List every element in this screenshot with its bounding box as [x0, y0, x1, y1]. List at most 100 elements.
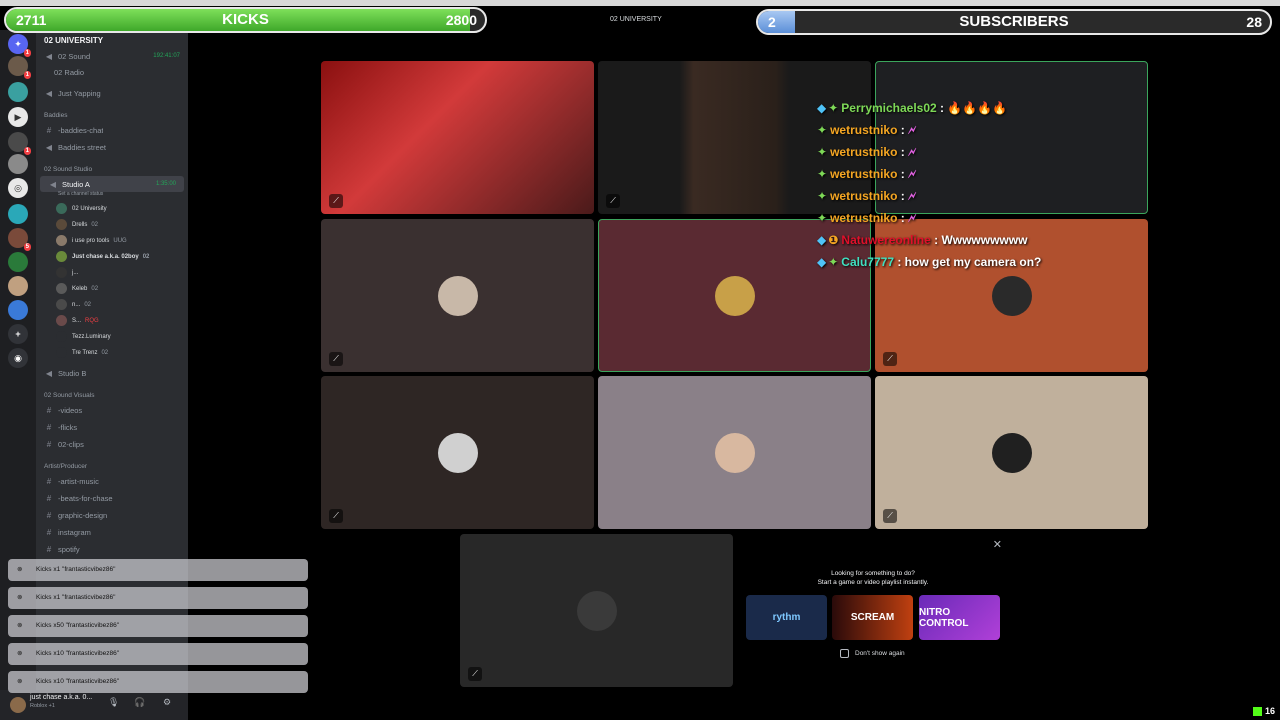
user-panel: just chase a.k.a. 0... Roblox +1 🎙 🎧 ⚙ [0, 690, 188, 720]
avatar [56, 203, 67, 214]
mute-icon: ⟋ [329, 352, 343, 366]
hash-icon: # [46, 125, 52, 135]
kicks-goal-bar: KICKS 2711 2800 [4, 7, 487, 33]
voice-user[interactable]: Tezz.Luminary [56, 329, 111, 344]
close-icon[interactable]: ⊗ [17, 615, 22, 637]
voice-user[interactable]: 02 University [56, 201, 107, 216]
activity-scream[interactable]: SCREAM [832, 595, 913, 640]
server-icon[interactable] [8, 82, 28, 102]
voice-user[interactable]: Just chase a.k.a. 02boy 02 [56, 249, 149, 264]
add-server-icon[interactable]: + [8, 324, 28, 344]
activity-title: Looking for something to do? [831, 570, 915, 577]
speaker-icon: ◀ [45, 88, 53, 98]
close-icon[interactable]: ⊗ [17, 671, 22, 693]
activity-nitro-control[interactable]: NITRO CONTROL [919, 595, 1000, 640]
channel-02-sound[interactable]: ◀ 02 Sound 192:41:07 [36, 48, 188, 64]
channel-videos[interactable]: # -videos [36, 402, 188, 418]
speaker-icon: ◀ [45, 368, 53, 378]
avatar [56, 347, 67, 358]
voice-user[interactable]: Tre Trenz 02 [56, 345, 108, 360]
kicks-current: 2711 [16, 12, 47, 28]
channel-just-yapping[interactable]: ◀ Just Yapping [36, 85, 188, 101]
channel-artist-music[interactable]: # -artist-music [36, 473, 188, 489]
category-baddies[interactable]: Baddies [44, 112, 68, 119]
chat-message: ✦ wetrustniko : 🗲 [817, 123, 917, 137]
voice-user[interactable]: n... 02 [56, 297, 91, 312]
chat-message: ◆ ✦ Perrymichaels02 : 🔥🔥🔥🔥 [817, 101, 1008, 115]
avatar [437, 432, 478, 473]
subscribers-current: 2 [768, 14, 776, 30]
close-icon[interactable]: ✕ [993, 538, 1002, 551]
server-icon[interactable] [8, 300, 28, 320]
kick-alert-toast: ⊗ Kicks x10 "frantasticvibez86" [8, 671, 308, 693]
close-icon[interactable]: ⊗ [17, 559, 22, 581]
server-icon[interactable] [8, 154, 28, 174]
kick-alert-toast: ⊗ Kicks x1 "frantasticvibez86" [8, 559, 308, 581]
mute-icon: ⟋ [606, 194, 620, 208]
activity-subtitle: Start a game or video playlist instantly… [817, 579, 929, 586]
server-icon[interactable]: 1 [8, 56, 31, 79]
kicks-goal: 2800 [445, 12, 477, 28]
channel-02-clips[interactable]: #02-clips [36, 436, 188, 452]
stream-screen: ✦ 1 1 ▶ 1 ◎ 5 + ◉ 02 UNIVERSITY ◀ 02 Sound… [0, 0, 1280, 720]
mute-icon: ⟋ [883, 352, 897, 366]
avatar [714, 432, 755, 473]
gear-icon[interactable]: ⚙ [163, 697, 171, 708]
channel-02-radio[interactable]: 02 Radio [54, 64, 206, 80]
avatar[interactable] [10, 697, 26, 713]
server-icon[interactable]: 5 [8, 228, 31, 251]
avatar [991, 275, 1032, 316]
channel-baddies-chat[interactable]: # -baddies-chat [36, 122, 188, 138]
hash-icon: # [46, 527, 52, 537]
voice-user[interactable]: i use pro tools UUG [56, 233, 127, 248]
chat-message: ◆ ❶ Natuwereonline : Wwwwwwwww [817, 233, 1028, 247]
mute-icon: ⟋ [329, 194, 343, 208]
channel-studio-b[interactable]: ◀ Studio B [36, 365, 188, 381]
subscribers-label: SUBSCRIBERS [959, 13, 1069, 30]
chat-message: ✦ wetrustniko : 🗲 [817, 167, 917, 181]
voice-user[interactable]: S... RQG [56, 313, 99, 328]
video-tile-avatar[interactable]: ⟋ [460, 534, 733, 687]
hash-icon: # [46, 544, 52, 554]
server-icon[interactable] [8, 252, 28, 272]
video-tile-avatar[interactable]: ⟋ [321, 219, 594, 372]
channel-studio-a[interactable]: ◀ Studio A 1:35:00 [40, 176, 184, 192]
discover-icon[interactable]: ◉ [8, 348, 28, 368]
headphones-icon[interactable]: 🎧 [134, 697, 145, 708]
channel-baddies-street[interactable]: ◀ Baddies street [36, 139, 188, 155]
server-icon[interactable]: 1 [8, 132, 31, 155]
mute-icon: ⟋ [468, 667, 482, 681]
close-icon[interactable]: ⊗ [17, 587, 22, 609]
video-tile-avatar[interactable] [598, 376, 871, 529]
close-icon[interactable]: ⊗ [17, 643, 22, 665]
channel-flicks[interactable]: # -flicks [36, 419, 188, 435]
video-tile-camera[interactable]: ⟋ [321, 61, 594, 214]
discord-home-icon[interactable]: ✦ 1 [8, 34, 31, 57]
category-02-sound-visuals[interactable]: 02 Sound Visuals [44, 392, 94, 399]
voice-user[interactable]: Keleb 02 [56, 281, 98, 296]
voice-user[interactable]: j... [56, 265, 78, 280]
category-artist-producer[interactable]: Artist/Producer [44, 463, 87, 470]
dont-show-again-checkbox[interactable]: Don't show again [840, 649, 905, 658]
video-tile-avatar[interactable]: ⟋ [875, 376, 1148, 529]
channel-graphic-design[interactable]: # graphic-design [36, 507, 188, 523]
channel-status[interactable]: Set a channel status [58, 191, 103, 197]
channel-beats-for-chase[interactable]: # -beats-for-chase [36, 490, 188, 506]
server-icon[interactable]: ▶ [8, 107, 28, 127]
kick-alert-toast: ⊗ Kicks x10 "frantasticvibez86" [8, 643, 308, 665]
video-tile-avatar[interactable]: ⟋ [321, 376, 594, 529]
channel-instagram[interactable]: # instagram [36, 524, 188, 540]
microphone-icon[interactable]: 🎙 [108, 697, 119, 708]
activity-rythm[interactable]: rythm [746, 595, 827, 640]
hash-icon: # [46, 405, 52, 415]
server-icon-02-university[interactable]: ◎ [8, 178, 28, 198]
channel-spotify[interactable]: # spotify [36, 541, 188, 557]
voice-user[interactable]: Drells 02 [56, 217, 98, 232]
checkbox[interactable] [840, 649, 849, 658]
server-icon[interactable] [8, 276, 28, 296]
speaker-icon: ◀ [49, 179, 57, 189]
category-02-sound-studio[interactable]: 02 Sound Studio [44, 166, 92, 173]
server-name[interactable]: 02 UNIVERSITY [44, 36, 103, 45]
server-icon[interactable] [8, 204, 28, 224]
chat-message: ✦ wetrustniko : 🗲 [817, 189, 917, 203]
